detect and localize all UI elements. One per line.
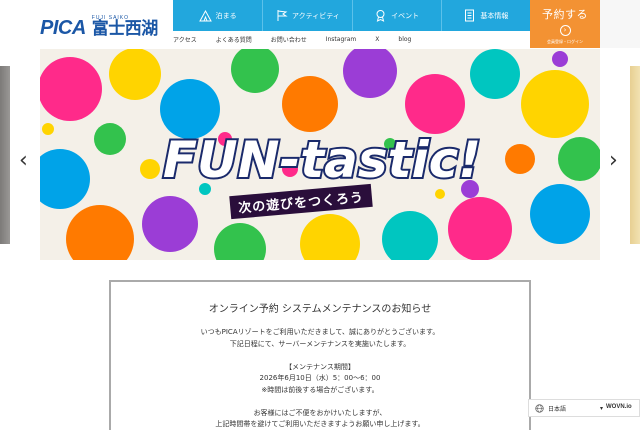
notice-line: ※時間は前後する場合がございます。 <box>261 385 379 394</box>
notice-line: 2026年6月10日（水）5：00〜6：00 <box>259 374 381 382</box>
document-icon <box>463 9 476 22</box>
nav-item-label: 泊まる <box>215 11 237 20</box>
nav-item-stay[interactable]: 泊まる <box>173 0 263 31</box>
flag-icon <box>275 9 288 22</box>
hero-title: FUN-tastic! <box>136 127 508 191</box>
subnav-faq[interactable]: よくある質問 <box>216 35 252 44</box>
nav-item-info[interactable]: 基本情報 <box>440 0 530 31</box>
reserve-sublabel: 会員登録・ログイン <box>547 39 583 44</box>
site-header: PICA FUJI SAIKO 富士西湖 泊まる アクティビティ イベント 基本… <box>0 0 640 48</box>
nav-item-activity[interactable]: アクティビティ <box>262 0 352 31</box>
logo-subtitle: FUJI SAIKO 富士西湖 <box>91 16 159 39</box>
subnav-instagram[interactable]: Instagram <box>326 36 357 43</box>
chevron-down-icon: ▾ <box>600 404 604 412</box>
notice-line: お客様にはご不便をおかけいたしますが、 <box>253 408 387 417</box>
nav-item-label: 基本情報 <box>480 11 509 20</box>
nav-item-label: アクティビティ <box>291 11 340 20</box>
maintenance-notice: オンライン予約 システムメンテナンスのお知らせ いつもPICAリゾートをご利用い… <box>109 280 531 430</box>
notice-line: いつもPICAリゾートをご利用いただきまして、誠にありがとうございます。 <box>200 328 440 336</box>
logo-kanji: 富士西湖 <box>91 19 159 39</box>
notice-line: 上記時間帯を避けてご利用いただきますようお願い申し上げます。 <box>215 420 425 428</box>
medal-icon <box>374 9 387 22</box>
next-slide-peek <box>630 66 640 244</box>
slider-prev-icon[interactable]: ‹ <box>19 150 33 172</box>
slider-next-icon[interactable]: › <box>609 150 623 172</box>
menu-area[interactable] <box>600 0 640 48</box>
subnav-x[interactable]: X <box>375 36 379 43</box>
subnav-blog[interactable]: blog <box>398 36 411 43</box>
notice-line <box>111 396 529 408</box>
previous-slide-peek <box>0 66 10 244</box>
language-label: 日本語 <box>548 405 567 413</box>
arrow-right-icon: › <box>559 25 571 36</box>
notice-line <box>111 350 529 362</box>
hero-slide: FUN-tastic! 次の遊びをつくろう <box>40 49 600 260</box>
main-navigation: 泊まる アクティビティ イベント 基本情報 <box>173 0 530 31</box>
reserve-label: 予約する <box>542 8 588 21</box>
subnav-access[interactable]: アクセス <box>173 35 197 44</box>
wovn-logo: WOVN.io <box>606 404 632 410</box>
reserve-button[interactable]: 予約する › 会員登録・ログイン <box>530 0 600 48</box>
sub-navigation: アクセス よくある質問 お問い合わせ Instagram X blog <box>173 31 430 48</box>
notice-line: 【メンテナンス期間】 <box>285 362 355 371</box>
subnav-contact[interactable]: お問い合わせ <box>271 35 307 44</box>
svg-text:FUN-tastic!: FUN-tastic! <box>163 131 481 189</box>
logo-brand: PICA <box>40 17 86 39</box>
notice-line: 下記日程にて、サーバーメンテナンスを実施いたします。 <box>229 339 411 348</box>
notice-body: いつもPICAリゾートをご利用いただきまして、誠にありがとうございます。 下記日… <box>111 327 529 430</box>
site-logo[interactable]: PICA FUJI SAIKO 富士西湖 <box>40 8 159 39</box>
tent-icon <box>198 9 212 22</box>
nav-item-event[interactable]: イベント <box>351 0 441 31</box>
globe-icon <box>535 403 544 413</box>
notice-title: オンライン予約 システムメンテナンスのお知らせ <box>208 304 432 315</box>
nav-item-label: イベント <box>391 11 420 20</box>
